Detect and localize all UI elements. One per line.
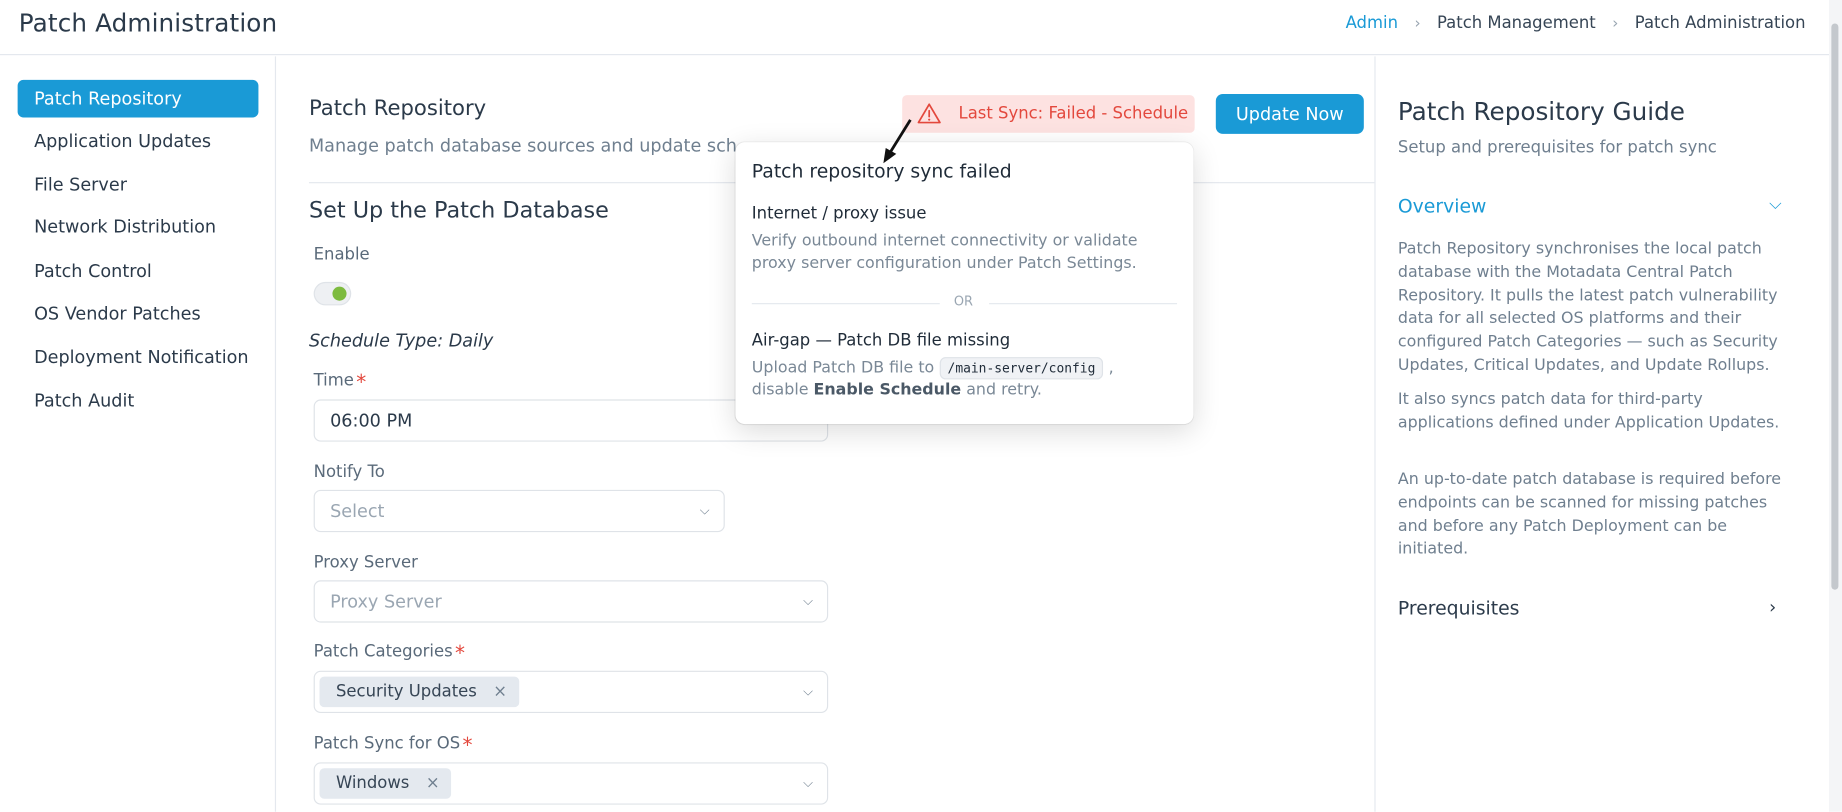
required-asterisk: * (455, 642, 466, 667)
sync-failed-popover: Patch repository sync failed Internet / … (735, 142, 1194, 425)
section-title: Patch Repository (308, 96, 487, 121)
warning-triangle-icon (917, 103, 941, 124)
config-path-code: /main-server/config (939, 357, 1104, 380)
sidebar-item-deployment-notification[interactable]: Deployment Notification (18, 338, 259, 376)
sidebar-item-patch-control[interactable]: Patch Control (18, 253, 259, 291)
guide-subtitle: Setup and prerequisites for patch sync (1397, 138, 1717, 158)
time-label: Time * (313, 371, 367, 395)
breadcrumb-separator-icon: › (1414, 14, 1421, 33)
proxy-server-select[interactable]: Proxy Server ⌵ (313, 580, 829, 623)
section-subtitle: Manage patch database sources and update… (308, 135, 737, 157)
guide-paragraph: It also syncs patch data for third-party… (1397, 390, 1780, 433)
guide-panel: Patch Repository Guide Setup and prerequ… (1374, 56, 1829, 812)
setup-title: Set Up the Patch Database (308, 197, 609, 224)
chevron-down-icon[interactable]: ⌵ (1769, 195, 1781, 214)
page-title: Patch Administration (18, 9, 278, 38)
chevron-down-icon: ⌵ (803, 775, 813, 791)
sync-status-badge[interactable]: Last Sync: Failed - Schedule (902, 95, 1195, 133)
app-window: Patch Administration Admin › Patch Manag… (0, 0, 1842, 812)
guide-paragraph: Patch Repository synchronises the local … (1397, 239, 1778, 375)
sidebar-item-patch-repository[interactable]: Patch Repository (17, 79, 259, 118)
breadcrumb-patch-management[interactable]: Patch Management (1437, 14, 1596, 33)
required-asterisk: * (462, 734, 473, 758)
patch-categories-label: Patch Categories * (313, 642, 466, 667)
scrollbar-thumb[interactable] (1831, 23, 1839, 590)
enable-label: Enable (313, 245, 370, 265)
enable-toggle[interactable] (313, 281, 352, 306)
update-now-button[interactable]: Update Now (1215, 93, 1364, 134)
chevron-down-icon: ⌵ (803, 683, 813, 699)
os-chip: Windows × (319, 768, 452, 799)
required-asterisk: * (356, 371, 367, 395)
toggle-knob (332, 286, 347, 301)
prerequisites-accordion[interactable]: Prerequisites (1398, 597, 1520, 619)
sidebar-item-os-vendor-patches[interactable]: OS Vendor Patches (18, 295, 259, 333)
notify-select[interactable]: Select ⌵ (313, 489, 725, 533)
popover-heading-airgap: Air-gap — Patch DB file missing (751, 331, 1011, 351)
top-bar: Patch Administration Admin › Patch Manag… (0, 0, 1830, 56)
sync-status-text: Last Sync: Failed - Schedule (958, 104, 1189, 124)
page-scrollbar[interactable] (1829, 0, 1842, 812)
patch-categories-select[interactable]: Security Updates × ⌵ (313, 670, 829, 714)
arrow-pointer-icon (883, 119, 912, 164)
breadcrumb-admin[interactable]: Admin (1346, 14, 1398, 33)
popover-text-airgap: Upload Patch DB file to /main-server/con… (751, 357, 1114, 400)
sidebar-item-application-updates[interactable]: Application Updates (18, 122, 259, 160)
chevron-down-icon: ⌵ (699, 502, 710, 519)
breadcrumb-separator-icon: › (1612, 14, 1619, 33)
proxy-label: Proxy Server (313, 553, 418, 573)
popover-text-proxy: Verify outbound internet connectivity or… (751, 231, 1138, 273)
chevron-down-icon: ⌵ (803, 593, 813, 609)
sidebar-item-patch-audit[interactable]: Patch Audit (18, 382, 259, 420)
overview-accordion[interactable]: Overview (1398, 195, 1486, 217)
popover-heading-proxy: Internet / proxy issue (751, 204, 927, 224)
schedule-type: Schedule Type: Daily (308, 330, 494, 352)
sidebar-item-network-distribution[interactable]: Network Distribution (18, 208, 259, 246)
category-chip: Security Updates × (319, 676, 519, 708)
close-icon[interactable]: × (426, 774, 440, 793)
breadcrumb: Admin › Patch Management › Patch Adminis… (1346, 14, 1806, 33)
breadcrumb-patch-administration: Patch Administration (1634, 14, 1806, 33)
close-icon[interactable]: × (493, 683, 507, 702)
or-divider: OR (751, 294, 1178, 313)
sidebar-item-file-server[interactable]: File Server (18, 166, 259, 204)
guide-title: Patch Repository Guide (1397, 97, 1685, 126)
sidebar: Patch Repository Application Updates Fil… (0, 56, 277, 812)
chevron-right-icon[interactable]: › (1769, 597, 1776, 618)
patch-sync-os-select[interactable]: Windows × ⌵ (313, 762, 829, 805)
notify-label: Notify To (313, 462, 385, 482)
guide-paragraph: An up-to-date patch database is required… (1397, 469, 1782, 559)
patch-sync-os-label: Patch Sync for OS * (313, 734, 473, 758)
